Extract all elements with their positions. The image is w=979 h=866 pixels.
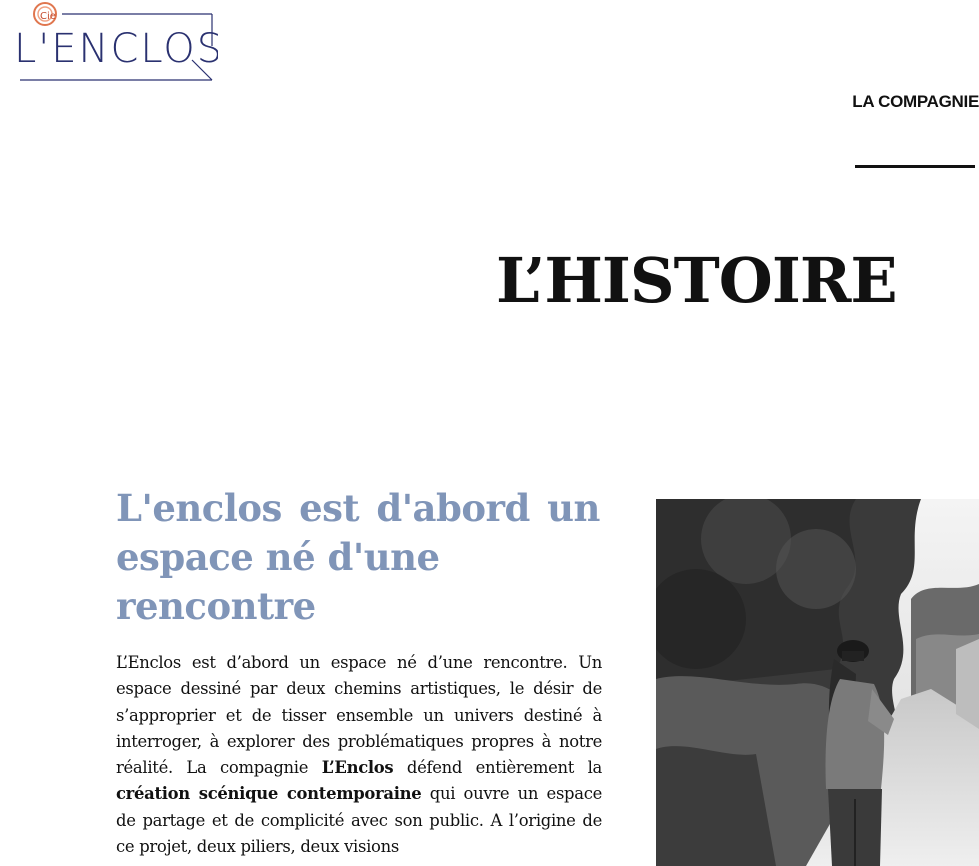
nav-la-compagnie[interactable]: LA COMPAGNIE <box>852 92 979 112</box>
page-title: L’HISTOIRE <box>496 244 898 317</box>
section-heading: L'enclos est d'abord un espace né d'une … <box>116 484 600 631</box>
nav-active-underline <box>855 165 975 168</box>
section-heading-line-3: rencontre <box>116 584 316 628</box>
section-heading-line-1: L'enclos est d'abord un <box>116 486 600 530</box>
company-logo[interactable]: Cie L'ENCLOS <box>12 0 218 86</box>
photo-woman-on-path <box>656 499 979 866</box>
creation-bold: création scénique contemporaine <box>116 784 422 804</box>
history-paragraph: L’Enclos est d’abord un espace né d’une … <box>116 653 602 857</box>
section-heading-line-2: espace né d'une <box>116 535 440 579</box>
company-name-bold: L’Enclos <box>321 758 394 778</box>
logo-prefix: Cie <box>40 11 56 22</box>
logo-wordmark: L'ENCLOS <box>14 26 218 72</box>
